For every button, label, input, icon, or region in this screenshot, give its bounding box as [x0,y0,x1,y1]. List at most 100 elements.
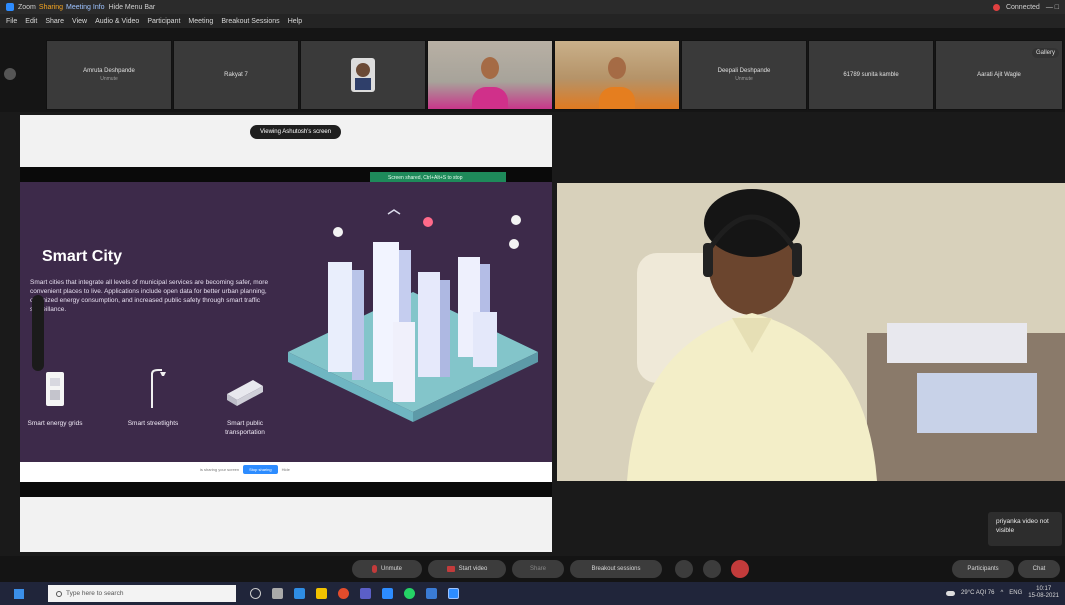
unmute-button[interactable]: Unmute [352,560,422,578]
feature-energy-grid: Smart energy grids [20,368,90,428]
reactions-icon[interactable] [675,560,693,578]
taskbar-search-input[interactable]: Type here to search [48,585,236,602]
stop-sharing-button[interactable]: Stop sharing [243,465,278,474]
participant-tile[interactable]: Amruta Deshpande Unmute [46,40,172,110]
menu-share[interactable]: Share [45,18,64,25]
share-letterbox-bottom [20,482,552,497]
leave-meeting-icon[interactable] [731,560,749,578]
unmute-label: Unmute [380,566,402,572]
zoom-active-icon[interactable] [448,588,459,599]
weather-text[interactable]: 29°C AQI 76 [961,590,994,596]
chat-button[interactable]: Chat [1018,560,1060,578]
feature-transport: Smart public transportation [210,368,280,437]
camera-icon [446,566,455,572]
participant-strip: Amruta Deshpande Unmute Rakyat 7 Deepali… [0,28,1065,112]
hide-button[interactable]: Hide [282,467,290,472]
participant-video-tile[interactable] [427,40,553,110]
participant-name: Rakyat 7 [224,72,248,78]
microphone-icon [371,565,377,573]
chevron-up-icon[interactable]: ^ [1000,590,1003,596]
participant-tile[interactable]: Rakyat 7 [173,40,299,110]
breakout-sessions-button[interactable]: Breakout sessions [570,560,662,578]
windows-start-icon[interactable] [14,589,24,599]
share-control-bar: is sharing your screen Stop sharing Hide [20,462,552,482]
system-tray: 29°C AQI 76 ^ ENG 10:17 15-08-2021 [946,586,1059,600]
menu-meeting[interactable]: Meeting [188,18,213,25]
title-bar: Zoom Sharing Meeting Info Hide Menu Bar … [0,0,1065,14]
clock[interactable]: 10:17 15-08-2021 [1028,586,1059,600]
feature-streetlight: Smart streetlights [118,368,188,428]
app-name: Zoom [18,3,36,11]
streetlight-icon [151,369,166,408]
participant-tile[interactable]: Deepali Deshpande Unmute [681,40,807,110]
participant-sub: Unmute [100,76,118,82]
slide-title: Smart City [42,248,123,265]
speaker-video-frame [557,183,1065,481]
connected-icon [992,3,1000,11]
meeting-info-link[interactable]: Meeting Info [66,4,105,11]
windows-taskbar: Type here to search 29°C AQI 76 ^ ENG 10… [0,582,1065,605]
avatar-icon [351,58,375,92]
share-status-text: is sharing your screen [200,467,240,472]
energy-grid-icon [46,372,64,406]
menu-bar: File Edit Share View Audio & Video Parti… [0,14,1065,28]
participants-button[interactable]: Participants [952,560,1014,578]
menu-view[interactable]: View [72,18,87,25]
menu-help[interactable]: Help [288,18,302,25]
participant-name: Aarati Ajit Wagle [977,72,1021,78]
participant-video-tile[interactable] [554,40,680,110]
feature-label: Smart public transportation [225,420,265,436]
presentation-slide: Smart City Smart cities that integrate a… [20,182,552,462]
whatsapp-icon[interactable] [404,588,415,599]
feature-label: Smart streetlights [127,420,179,427]
app-icon[interactable] [360,588,371,599]
chrome-icon[interactable] [338,588,349,599]
clock-time: 10:17 [1036,586,1052,592]
participant-tile-avatar[interactable] [300,40,426,110]
menu-breakout-sessions[interactable]: Breakout Sessions [221,18,279,25]
menu-file[interactable]: File [6,18,17,25]
participant-sub: Unmute [735,76,753,82]
viewing-screen-label[interactable]: Viewing Ashutosh's screen [250,125,342,139]
connected-status: Connected [1005,3,1040,11]
start-video-label: Start video [458,566,488,572]
edge-icon[interactable] [294,588,305,599]
speaker-video[interactable] [557,183,1065,481]
zoom-logo-icon [6,3,14,11]
chat-notification[interactable]: priyanka video not visible [988,512,1062,546]
participant-tile[interactable]: 61789 sunita kamble [808,40,934,110]
share-button[interactable]: Share [512,560,564,578]
menu-participant[interactable]: Participant [147,18,180,25]
weather-cloud-icon [946,590,956,596]
feature-label: Smart energy grids [27,420,83,427]
participant-face [481,57,499,79]
meeting-controls: Unmute Start video Share Breakout sessio… [0,556,1065,582]
menu-audio-video[interactable]: Audio & Video [95,18,139,25]
gallery-view-button[interactable]: Gallery [1031,48,1059,58]
screen-share-pane: Viewing Ashutosh's screen Screen shared,… [20,115,552,552]
task-view-icon[interactable] [272,588,283,599]
app-icon[interactable] [426,588,437,599]
sharing-indicator[interactable]: Sharing [39,4,63,11]
cortana-icon[interactable] [250,588,261,599]
search-icon [56,590,62,597]
more-icon[interactable] [703,560,721,578]
participant-name: 61789 sunita kamble [843,72,899,78]
annotation-toolbar[interactable] [32,295,44,371]
slide-body-text: Smart cities that integrate all levels o… [30,279,269,313]
participant-name: Amruta Deshpande [83,68,135,74]
participant-body [599,87,635,109]
file-explorer-icon[interactable] [316,588,327,599]
smart-city-illustration [288,209,538,422]
window-controls[interactable]: — □ [1046,4,1059,11]
clock-date: 15-08-2021 [1028,593,1059,599]
share-bottom-controls: is sharing your screen Stop sharing Hide [200,465,290,474]
menu-edit[interactable]: Edit [25,18,37,25]
bus-icon [227,380,263,406]
strip-scroll-left-button[interactable] [4,68,16,80]
zoom-taskbar-icon[interactable] [382,588,393,599]
hide-menu-bar-link[interactable]: Hide Menu Bar [109,4,156,11]
lang-indicator[interactable]: ENG [1009,590,1022,596]
start-video-button[interactable]: Start video [428,560,506,578]
participant-body [472,87,508,109]
